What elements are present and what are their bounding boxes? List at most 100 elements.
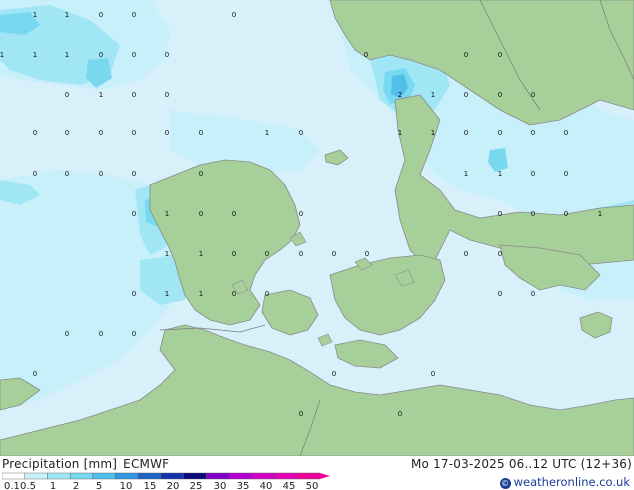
precipitation-value: 0: [299, 129, 303, 137]
legend-label: 10: [120, 481, 133, 490]
precipitation-value: 0: [199, 129, 203, 137]
precipitation-value: 0: [498, 290, 502, 298]
legend-swatch: [206, 472, 230, 480]
precipitation-value: 0: [365, 250, 369, 258]
precipitation-value: 2: [398, 91, 402, 99]
forecast-map-view: 1100011100000001002100000000010110000000…: [0, 0, 634, 490]
precipitation-value: 0: [199, 170, 203, 178]
precipitation-legend: 0.1 0.5 1 2 5 10 15 20 25 30 35 40 45 50: [2, 472, 330, 490]
precipitation-value: 1: [265, 129, 269, 137]
precipitation-value: 0: [498, 250, 502, 258]
legend-swatch: [160, 472, 184, 480]
legend-label: 0.5: [20, 481, 36, 490]
precipitation-value: 0: [531, 170, 535, 178]
legend-swatch: [24, 472, 48, 480]
copyright-text: weatheronline.co.uk: [513, 475, 630, 489]
precipitation-value: 0: [464, 250, 468, 258]
precipitation-value: 0: [65, 91, 69, 99]
precipitation-value: 1: [598, 210, 602, 218]
precipitation-value: 0: [232, 11, 236, 19]
legend-label: 5: [96, 481, 102, 490]
precipitation-value: 0: [199, 210, 203, 218]
precipitation-value: 1: [33, 11, 37, 19]
precipitation-value: 0: [132, 170, 136, 178]
precipitation-value: 0: [165, 91, 169, 99]
precipitation-value: 1: [165, 250, 169, 258]
legend-swatch: [183, 472, 207, 480]
precipitation-value: 1: [99, 91, 103, 99]
legend-label: 35: [237, 481, 250, 490]
legend-arrow: [320, 473, 330, 479]
precipitation-value: 0: [132, 129, 136, 137]
legend-swatch: [297, 472, 321, 480]
legend-label: 2: [73, 481, 79, 490]
product-name: Precipitation [mm]: [2, 457, 118, 471]
precipitation-value: 0: [498, 91, 502, 99]
legend-swatch: [2, 472, 25, 480]
legend-swatch: [115, 472, 139, 480]
precipitation-value: 0: [464, 91, 468, 99]
precipitation-value: 0: [65, 330, 69, 338]
precipitation-value: 0: [531, 210, 535, 218]
precipitation-value: 0: [132, 51, 136, 59]
precipitation-value: 0: [299, 410, 303, 418]
forecast-datetime: Mo 17-03-2025 06..12 UTC (12+36): [410, 457, 632, 471]
precipitation-value: 1: [464, 170, 468, 178]
legend-label: 25: [190, 481, 203, 490]
legend-swatches: [2, 472, 330, 480]
precipitation-value: 1: [33, 51, 37, 59]
precipitation-value: 1: [498, 170, 502, 178]
precipitation-value: 0: [364, 51, 368, 59]
precipitation-value: 0: [464, 51, 468, 59]
precipitation-value: 1: [65, 11, 69, 19]
precipitation-value: 0: [498, 210, 502, 218]
legend-label: 45: [283, 481, 296, 490]
legend-swatch: [47, 472, 71, 480]
legend-swatch: [274, 472, 298, 480]
precipitation-value: 0: [299, 210, 303, 218]
precipitation-value: 1: [431, 91, 435, 99]
precipitation-value: 0: [99, 129, 103, 137]
legend-label: 1: [50, 481, 56, 490]
legend-swatch: [138, 472, 162, 480]
precipitation-value: 0: [132, 210, 136, 218]
precipitation-value: 0: [464, 129, 468, 137]
copyright-icon: ©: [499, 478, 511, 489]
precipitation-value: 0: [165, 51, 169, 59]
map-footer: Precipitation [mm] ECMWF Mo 17-03-2025 06…: [0, 456, 634, 490]
precipitation-value: 1: [165, 290, 169, 298]
precipitation-value: 0: [531, 290, 535, 298]
precipitation-value: 0: [232, 290, 236, 298]
precipitation-value: 0: [132, 91, 136, 99]
precipitation-value: 0: [99, 11, 103, 19]
precipitation-value: 1: [431, 129, 435, 137]
precipitation-map[interactable]: 1 1 0 0 0 1 1 1 0 0 0 0 0 0 0 1 0 0 2 1 0 0 0 0 0 0 0 0 0 1 0 1 1 0 0 0 0 0 0 0…: [0, 0, 634, 456]
precipitation-value: 1: [199, 250, 203, 258]
precipitation-value: 0: [165, 129, 169, 137]
model-name: ECMWF: [123, 457, 170, 471]
precipitation-value: 0: [398, 410, 402, 418]
precipitation-value: 0: [33, 370, 37, 378]
copyright-notice[interactable]: © weatheronline.co.uk: [499, 475, 630, 489]
precipitation-value: 0: [99, 330, 103, 338]
precipitation-value: 0: [232, 210, 236, 218]
precipitation-value: 0: [33, 129, 37, 137]
precipitation-value: 0: [332, 370, 336, 378]
legend-label: 50: [306, 481, 319, 490]
precipitation-value: 0: [99, 170, 103, 178]
precipitation-value: 1: [65, 51, 69, 59]
precipitation-value: 0: [332, 250, 336, 258]
precipitation-value: 0: [498, 51, 502, 59]
precipitation-value: 0: [65, 170, 69, 178]
precipitation-value: 0: [65, 129, 69, 137]
precipitation-value: 1: [0, 51, 4, 59]
precipitation-value: 1: [165, 210, 169, 218]
precipitation-value: 0: [431, 370, 435, 378]
legend-label: 40: [260, 481, 273, 490]
precipitation-value: 0: [564, 210, 568, 218]
legend-label: 20: [167, 481, 180, 490]
precipitation-value: 0: [232, 250, 236, 258]
precipitation-value: 0: [265, 290, 269, 298]
precipitation-value: 1: [398, 129, 402, 137]
precipitation-value: 1: [199, 290, 203, 298]
